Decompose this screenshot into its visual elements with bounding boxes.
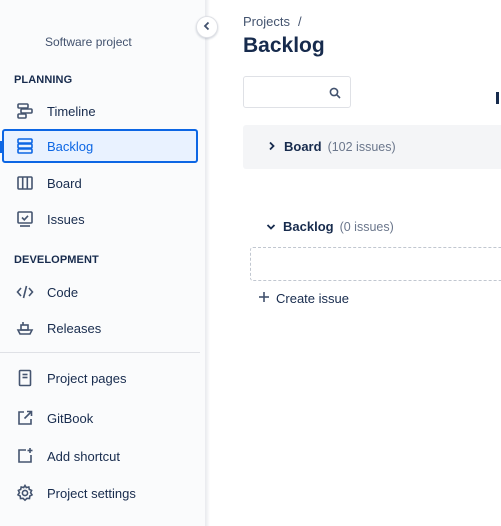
issues-icon xyxy=(15,209,35,229)
backlog-group-header[interactable]: Backlog (0 issues) xyxy=(266,219,394,234)
sidebar-item-label: Timeline xyxy=(47,103,96,119)
create-issue-label: Create issue xyxy=(276,291,349,306)
external-link-icon xyxy=(15,408,35,428)
collapse-sidebar-button[interactable] xyxy=(196,16,218,38)
project-name[interactable]: Software project xyxy=(45,35,132,49)
search-icon xyxy=(329,86,341,104)
sidebar-edge xyxy=(206,0,210,526)
sidebar-item-label: Code xyxy=(47,284,79,300)
timeline-icon xyxy=(15,101,35,121)
page-title: Backlog xyxy=(243,34,325,57)
sidebar-item-label: Backlog xyxy=(47,138,94,154)
chevron-down-icon xyxy=(266,219,276,234)
development-section-label: DEVELOPMENT xyxy=(14,254,99,266)
sidebar-item-add-shortcut[interactable]: Add shortcut xyxy=(2,439,198,473)
project-pages-icon xyxy=(15,368,35,388)
sidebar-item-label: Project settings xyxy=(47,485,136,501)
sidebar-item-releases[interactable]: Releases xyxy=(2,311,198,345)
sidebar-item-label: Board xyxy=(47,175,82,191)
search-field[interactable] xyxy=(243,76,351,108)
clipped-toolbar-element[interactable] xyxy=(496,92,499,104)
sidebar-divider xyxy=(0,352,200,353)
sidebar-item-label: Releases xyxy=(47,320,102,336)
backlog-group-count: (0 issues) xyxy=(339,219,394,234)
sidebar-item-label: GitBook xyxy=(47,410,94,426)
backlog-empty-dropzone xyxy=(250,247,501,281)
sidebar-item-label: Issues xyxy=(47,211,85,227)
sidebar: Software project PLANNING Timeline Backl… xyxy=(0,0,206,526)
sidebar-item-backlog[interactable]: Backlog xyxy=(2,129,198,163)
breadcrumb-separator: / xyxy=(297,14,302,29)
board-group-title: Board xyxy=(284,139,322,154)
add-shortcut-icon xyxy=(15,446,35,466)
planning-section-label: PLANNING xyxy=(14,74,73,86)
backlog-group-title: Backlog xyxy=(283,219,334,234)
code-icon xyxy=(15,282,35,302)
breadcrumb: Projects / xyxy=(243,14,302,29)
sidebar-item-project-settings[interactable]: Project settings xyxy=(2,476,198,510)
board-group-header[interactable]: Board (102 issues) xyxy=(268,139,396,154)
board-group-count: (102 issues) xyxy=(327,139,396,154)
sidebar-item-label: Add shortcut xyxy=(47,448,120,464)
board-group: Board (102 issues) xyxy=(243,125,501,169)
create-issue-button[interactable]: Create issue xyxy=(258,291,349,306)
board-icon xyxy=(15,173,35,193)
sidebar-item-label: Project pages xyxy=(47,370,127,386)
sidebar-item-project-pages[interactable]: Project pages xyxy=(2,361,198,395)
plus-icon xyxy=(258,291,270,306)
gear-icon xyxy=(15,483,35,503)
chevron-left-icon xyxy=(202,18,212,36)
search-input[interactable] xyxy=(252,77,336,107)
sidebar-item-gitbook[interactable]: GitBook xyxy=(2,401,198,435)
sidebar-item-board[interactable]: Board xyxy=(2,166,198,200)
releases-icon xyxy=(15,318,35,338)
sidebar-item-issues[interactable]: Issues xyxy=(2,202,198,236)
backlog-icon xyxy=(15,136,35,156)
chevron-right-icon xyxy=(268,139,276,154)
sidebar-item-code[interactable]: Code xyxy=(2,275,198,309)
breadcrumb-projects-link[interactable]: Projects xyxy=(243,14,290,29)
sidebar-item-timeline[interactable]: Timeline xyxy=(2,94,198,128)
